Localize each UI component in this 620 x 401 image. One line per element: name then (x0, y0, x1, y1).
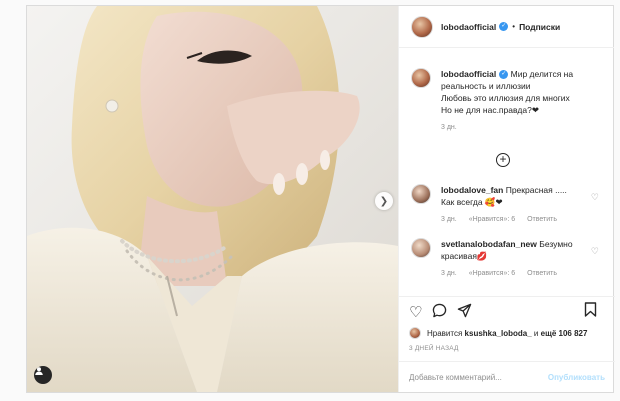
post-caption: lobodaofficial ✓ Мир делится на реальност… (411, 68, 607, 131)
comment-text: svetlanalobodafan_new Безумно красивая💋 (441, 238, 606, 262)
comment-meta: 3 дн. «Нравится»: 6 Ответить (441, 216, 607, 223)
caption-text: lobodaofficial ✓ Мир делится на реальност… (441, 68, 606, 116)
avatar[interactable] (411, 15, 433, 38)
avatar[interactable] (411, 238, 431, 258)
comment-item: svetlanalobodafan_new Безумно красивая💋 … (411, 238, 607, 277)
avatar[interactable] (411, 68, 431, 88)
comment-time: 3 дн. (441, 216, 457, 223)
add-comment-input[interactable]: Добавьте комментарий... (409, 373, 502, 382)
likes-prefix: Нравится (427, 328, 463, 338)
caption-username[interactable]: lobodaofficial (441, 69, 496, 79)
post-sidebar: lobodaofficial ✓ • Подписки lobodaoffici… (398, 6, 615, 392)
comment-icon[interactable] (432, 303, 447, 322)
comment-username[interactable]: svetlanalobodafan_new (441, 239, 537, 249)
likes-mid: и (533, 328, 539, 338)
add-comment-bar: Добавьте комментарий... Опубликовать (399, 361, 615, 393)
share-icon[interactable] (457, 303, 472, 322)
comment-meta: 3 дн. «Нравится»: 6 Ответить (441, 270, 607, 277)
caption-line-1: Мир делится на (510, 69, 574, 79)
comment-body-line-2: Как всегда 🥰❤ (441, 197, 503, 207)
plus-circle-icon: + (499, 152, 507, 166)
caption-time: 3 дн. (441, 124, 457, 131)
bookmark-icon[interactable] (584, 302, 597, 321)
separator-dot: • (512, 22, 516, 31)
verified-badge-icon: ✓ (499, 70, 509, 80)
action-icons: ♡ (399, 301, 615, 323)
caption-line-3: Любовь это иллюзия для многих (441, 93, 570, 103)
comment-likes[interactable]: «Нравится»: 6 (469, 216, 515, 223)
likes-summary[interactable]: Нравится ksushka_loboda_ и ещё 106 827 (399, 327, 615, 339)
comment-body-line-2: красивая💋 (441, 251, 488, 261)
next-photo-button[interactable]: ❯ (375, 192, 393, 210)
comment-body: Прекрасная ..... (505, 185, 567, 195)
comment-like-icon[interactable]: ♡ (591, 246, 599, 257)
comment-username[interactable]: lobodalove_fan (441, 185, 503, 195)
post-photo[interactable]: ❯ (27, 6, 398, 392)
likes-count[interactable]: ещё 106 827 (541, 329, 588, 338)
comment-reply-button[interactable]: Ответить (527, 216, 557, 223)
likes-user[interactable]: ksushka_loboda_ (465, 329, 532, 338)
heart-icon[interactable]: ♡ (409, 303, 422, 321)
comment-reply-button[interactable]: Ответить (527, 270, 557, 277)
post-modal: ❯ lobodaofficial ✓ • Подписки lobodaoffi… (26, 5, 615, 393)
caption-meta: 3 дн. (441, 124, 607, 131)
comment-like-icon[interactable]: ♡ (591, 192, 599, 203)
screen: ❯ lobodaofficial ✓ • Подписки lobodaoffi… (0, 0, 620, 401)
chevron-right-icon: ❯ (379, 195, 389, 207)
caption-line-2: реальность и иллюзии (441, 81, 531, 91)
publish-button[interactable]: Опубликовать (548, 373, 605, 382)
avatar (409, 327, 421, 339)
post-actions: ♡ Нравится ksushka_loboda_ и ещё 106 827 (399, 296, 615, 392)
author-username[interactable]: lobodaofficial (441, 22, 496, 32)
tagged-users-button[interactable] (34, 366, 52, 384)
load-more-comments-button[interactable]: + (496, 153, 510, 167)
following-button[interactable]: Подписки (519, 22, 560, 32)
comment-text: lobodalove_fan Прекрасная ..... Как всег… (441, 184, 606, 208)
comment-time: 3 дн. (441, 270, 457, 277)
portrait-illustration (27, 6, 398, 392)
post-header: lobodaofficial ✓ • Подписки (399, 6, 614, 48)
comment-item: lobodalove_fan Прекрасная ..... Как всег… (411, 184, 607, 223)
avatar[interactable] (411, 184, 431, 204)
comment-likes[interactable]: «Нравится»: 6 (469, 270, 515, 277)
comment-body: Безумно (539, 239, 573, 249)
verified-badge-icon: ✓ (499, 22, 509, 31)
user-tag-icon (35, 367, 43, 375)
caption-line-4: Но не для нас.правда?❤ (441, 105, 539, 115)
post-time-ago: 3 ДНЕЙ НАЗАД (409, 345, 459, 352)
